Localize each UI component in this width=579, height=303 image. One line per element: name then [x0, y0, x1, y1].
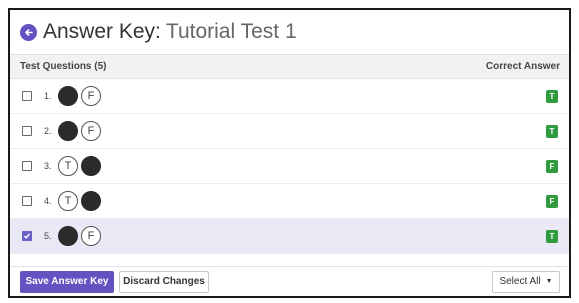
option-bubble[interactable]: F [81, 226, 101, 246]
question-checkbox[interactable] [22, 91, 32, 101]
question-number: 3. [44, 161, 52, 171]
answer-key-panel: Answer Key: Tutorial Test 1 Test Questio… [8, 8, 571, 298]
selected-option-bubble[interactable] [58, 121, 78, 141]
selected-option-bubble[interactable] [81, 156, 101, 176]
page-title-test-name: Tutorial Test 1 [165, 20, 297, 43]
option-bubble[interactable]: F [81, 121, 101, 141]
selected-option-bubble[interactable] [58, 226, 78, 246]
question-row: 2. F T [10, 114, 569, 149]
column-header-questions: Test Questions (5) [20, 61, 107, 72]
save-answer-key-button[interactable]: Save Answer Key [20, 270, 114, 293]
question-number: 5. [44, 231, 52, 241]
option-bubble[interactable]: T [58, 191, 78, 211]
question-row: 1. F T [10, 79, 569, 114]
correct-answer-badge: F [546, 160, 558, 173]
correct-answer-badge: F [546, 195, 558, 208]
question-number: 1. [44, 91, 52, 101]
correct-answer-badge: T [546, 125, 558, 138]
question-checkbox[interactable] [22, 161, 32, 171]
page-title-label: Answer Key: [43, 20, 161, 43]
option-bubble[interactable]: F [81, 86, 101, 106]
selected-option-bubble[interactable] [81, 191, 101, 211]
answer-options: F [58, 226, 104, 246]
table-header: Test Questions (5) Correct Answer [10, 54, 569, 79]
option-bubble[interactable]: T [58, 156, 78, 176]
question-row: 5. F T [10, 219, 569, 254]
question-number: 4. [44, 196, 52, 206]
question-checkbox[interactable] [22, 231, 32, 241]
discard-changes-button[interactable]: Discard Changes [119, 270, 209, 293]
selected-option-bubble[interactable] [58, 86, 78, 106]
correct-answer-badge: T [546, 90, 558, 103]
answer-options: T [58, 156, 104, 176]
question-checkbox[interactable] [22, 196, 32, 206]
action-footer: Save Answer Key Discard Changes Select A… [10, 266, 569, 296]
answer-options: T [58, 191, 104, 211]
question-row: 3. T F [10, 149, 569, 184]
correct-answer-badge: T [546, 230, 558, 243]
column-header-correct-answer: Correct Answer [485, 61, 560, 72]
page-header: Answer Key: Tutorial Test 1 [10, 10, 569, 54]
select-all-label: Select All [499, 276, 541, 287]
question-list: 1. F T 2. F T 3. T F 4. T F 5. F T [10, 79, 569, 254]
select-all-dropdown[interactable]: Select All ▼ [492, 270, 560, 293]
question-number: 2. [44, 126, 52, 136]
question-checkbox[interactable] [22, 126, 32, 136]
answer-options: F [58, 86, 104, 106]
answer-options: F [58, 121, 104, 141]
circle-arrow-left-icon[interactable] [20, 23, 37, 41]
question-row: 4. T F [10, 184, 569, 219]
caret-down-icon: ▼ [545, 278, 553, 285]
